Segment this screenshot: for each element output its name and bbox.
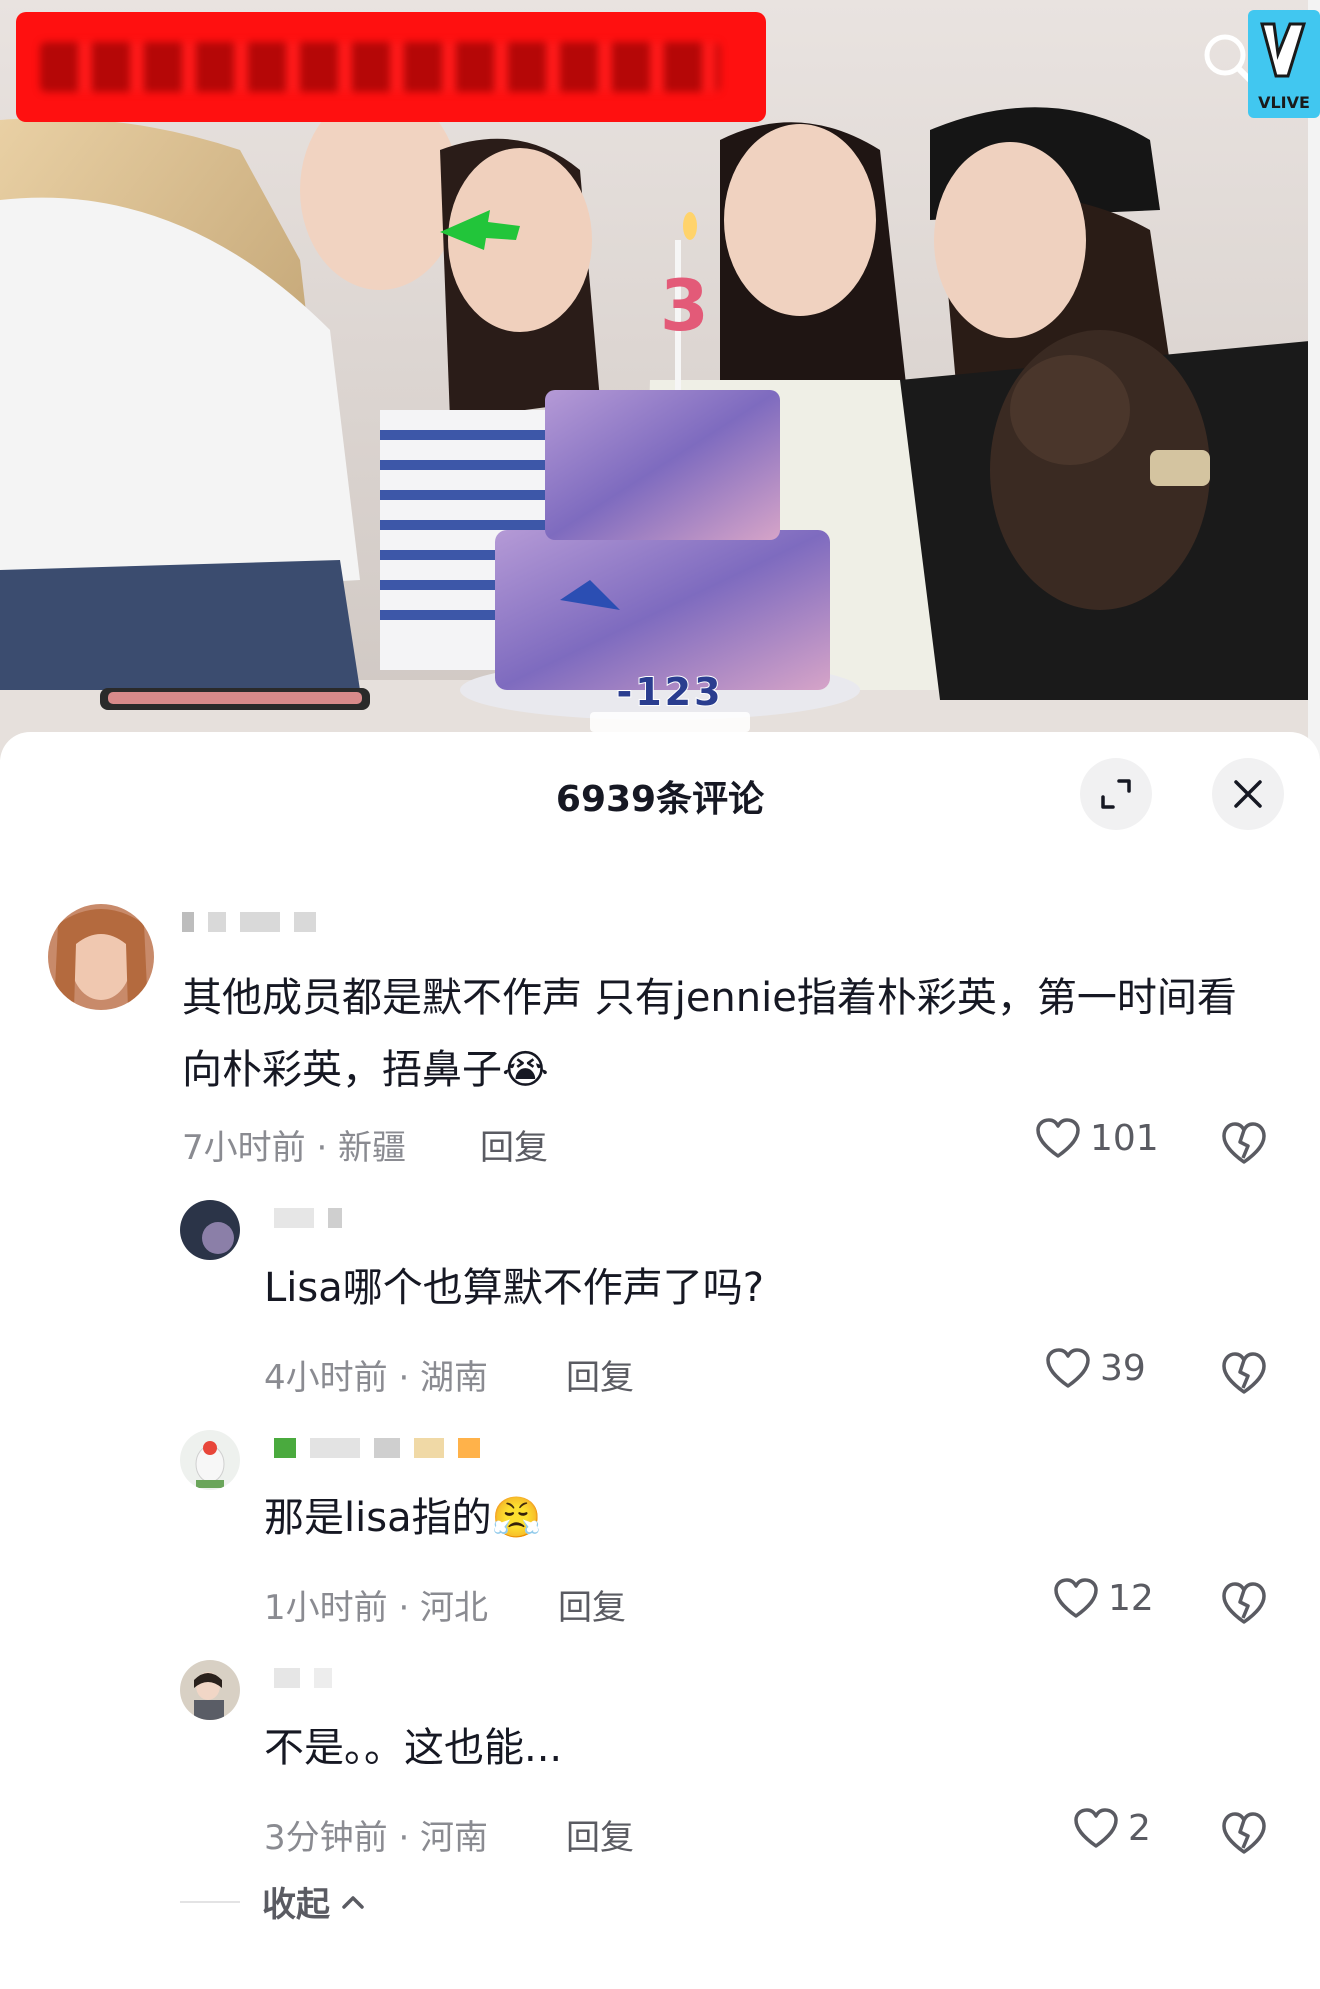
like-button[interactable]: 39 bbox=[1044, 1346, 1146, 1390]
comment-text: 不是。。这也能... bbox=[264, 1725, 563, 1771]
heart-icon bbox=[1074, 1808, 1118, 1848]
like-button[interactable]: 12 bbox=[1052, 1576, 1154, 1620]
svg-text:3: 3 bbox=[660, 265, 709, 347]
username-redacted[interactable] bbox=[182, 910, 316, 934]
svg-text:VLIVE: VLIVE bbox=[1258, 93, 1310, 112]
collapse-replies-button[interactable]: 收起 bbox=[180, 1877, 368, 1926]
avatar-image bbox=[48, 904, 154, 1010]
reply-button[interactable]: 回复 bbox=[558, 1580, 626, 1629]
avatar[interactable] bbox=[180, 1200, 240, 1260]
heart-icon bbox=[1036, 1118, 1080, 1158]
divider bbox=[180, 1900, 240, 1903]
like-count: 39 bbox=[1100, 1347, 1146, 1389]
username-redacted[interactable] bbox=[274, 1666, 332, 1690]
avatar-image bbox=[180, 1200, 240, 1260]
collapse-label: 收起 bbox=[262, 1885, 330, 1925]
comment-meta: 4小时前 · 湖南 bbox=[264, 1358, 489, 1398]
avatar-image bbox=[180, 1660, 240, 1720]
dislike-icon[interactable] bbox=[1220, 1578, 1268, 1626]
close-button[interactable] bbox=[1212, 758, 1284, 830]
expand-button[interactable] bbox=[1080, 758, 1152, 830]
video-subtitle: -123 bbox=[615, 669, 724, 715]
comment-text: 其他成员都是默不作声 只有jennie指着朴彩英，第一时间看向朴彩英，捂鼻子😭 bbox=[182, 975, 1237, 1093]
dislike-icon[interactable] bbox=[1220, 1348, 1268, 1396]
like-count: 2 bbox=[1128, 1807, 1151, 1849]
avatar[interactable] bbox=[180, 1430, 240, 1490]
close-icon bbox=[1234, 780, 1262, 808]
comments-panel: 6939条评论 其他成员都是默不作声 只有jennie指着朴彩英，第一时间看向朴… bbox=[0, 732, 1320, 1989]
reply-button[interactable]: 回复 bbox=[566, 1350, 634, 1399]
comment-meta: 7小时前 · 新疆 bbox=[182, 1128, 407, 1168]
reply-button[interactable]: 回复 bbox=[480, 1120, 548, 1169]
expand-icon bbox=[1101, 779, 1131, 809]
dislike-icon[interactable] bbox=[1220, 1118, 1268, 1166]
comment-meta: 1小时前 · 河北 bbox=[264, 1588, 489, 1628]
video-player[interactable]: 3 VLIVE -123 bbox=[0, 0, 1320, 760]
chevron-up-icon bbox=[342, 1895, 364, 1909]
avatar-image bbox=[180, 1430, 240, 1490]
video-subtitle-cutoff bbox=[590, 712, 750, 732]
avatar[interactable] bbox=[48, 904, 154, 1010]
username-redacted[interactable] bbox=[274, 1206, 342, 1230]
username-redacted[interactable] bbox=[274, 1436, 480, 1460]
comment-text: 那是lisa指的😤 bbox=[264, 1495, 542, 1541]
heart-icon bbox=[1054, 1578, 1098, 1618]
like-count: 12 bbox=[1108, 1577, 1154, 1619]
comment-meta: 3分钟前 · 河南 bbox=[264, 1818, 489, 1858]
comment-text: Lisa哪个也算默不作声了吗? bbox=[264, 1265, 764, 1311]
dislike-icon[interactable] bbox=[1220, 1808, 1268, 1856]
like-button[interactable]: 101 bbox=[1034, 1116, 1159, 1160]
reply-button[interactable]: 回复 bbox=[566, 1810, 634, 1859]
blurred-banner-text bbox=[40, 42, 720, 92]
avatar[interactable] bbox=[180, 1660, 240, 1720]
like-button[interactable]: 2 bbox=[1072, 1806, 1151, 1850]
vlive-logo: VLIVE bbox=[1248, 10, 1320, 118]
like-count: 101 bbox=[1090, 1117, 1159, 1159]
video-title-banner bbox=[16, 12, 766, 122]
comments-header: 6939条评论 bbox=[0, 732, 1320, 852]
heart-icon bbox=[1046, 1348, 1090, 1388]
